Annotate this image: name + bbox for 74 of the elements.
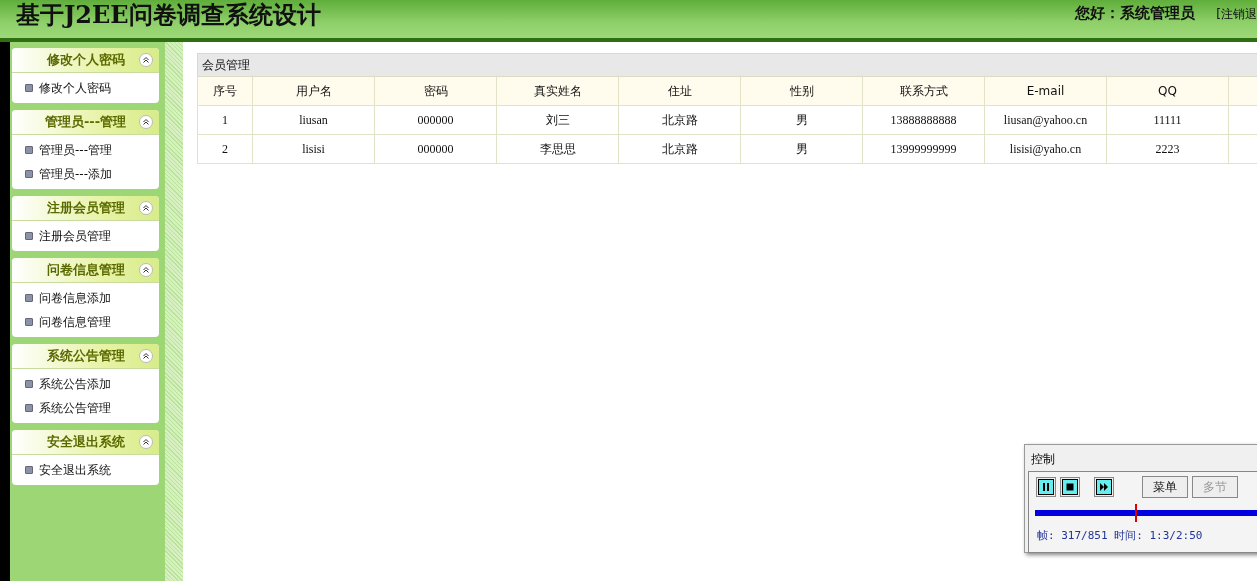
bullet-icon [25,84,33,92]
bullet-icon [25,466,33,474]
menu-item[interactable]: 管理员---添加 [39,165,112,183]
toolbar-button[interactable]: 菜单 [1142,476,1188,498]
panel-header[interactable]: 问卷信息管理 [12,258,159,283]
table-cell: lisisi [252,134,375,164]
collapse-icon[interactable] [139,263,153,277]
panel-title: 问卷信息管理 [46,261,125,279]
menu-item[interactable]: 系统公告添加 [39,375,111,393]
table-cell: 2223 [1106,134,1229,164]
collapse-icon[interactable] [139,349,153,363]
stop-button[interactable] [1060,477,1080,497]
table-cell: 11111 [1106,105,1229,135]
column-header: 密码 [374,76,497,106]
table-cell: 000000 [374,105,497,135]
status-text: 帧: 317/851 时间: 1:3/2:50 [1036,528,1204,543]
panel-header[interactable]: 系统公告管理 [12,344,159,369]
panel-title: 安全退出系统 [46,433,125,451]
collapse-icon[interactable] [139,435,153,449]
bullet-icon [25,170,33,178]
menu-item[interactable]: 安全退出系统 [39,461,111,479]
column-header: 用户名 [252,76,375,106]
column-header: 联系方式 [862,76,985,106]
table-cell: 男 [740,105,863,135]
menu-item[interactable]: 注册会员管理 [39,227,111,245]
panel-header[interactable]: 安全退出系统 [12,430,159,455]
column-header: E-mail [984,76,1107,106]
table-cell: 2 [197,134,253,164]
menu-item[interactable]: 修改个人密码 [39,79,111,97]
bullet-icon [25,232,33,240]
table-cell: lisisi@yaho.cn [984,134,1107,164]
panel-title: 管理员---管理 [44,113,127,131]
table-cell: 13999999999 [862,134,985,164]
table-cell: 李思思 [496,134,619,164]
menu-item[interactable]: 问卷信息管理 [39,313,111,331]
panel-header[interactable]: 管理员---管理 [12,110,159,135]
menu-item[interactable]: 问卷信息添加 [39,289,111,307]
bullet-icon [25,294,33,302]
table-title: 会员管理 [197,53,1257,77]
pause-button[interactable] [1036,477,1056,497]
panel-title: 修改个人密码 [46,51,125,69]
column-header: 性别 [740,76,863,106]
table-cell: 刘三 [496,105,619,135]
bullet-icon [25,146,33,154]
collapse-icon[interactable] [139,53,153,67]
table-cell: 男 [740,134,863,164]
logout-link[interactable]: [注销退 [1216,6,1257,23]
table-cell: 13888888888 [862,105,985,135]
table-cell: liusan [252,105,375,135]
page-title: 基于J2EE问卷调查系统设计 [15,0,321,31]
bullet-icon [25,380,33,388]
panel-header[interactable]: 注册会员管理 [12,196,159,221]
table-cell: 000000 [374,134,497,164]
menu-item[interactable]: 管理员---管理 [39,141,112,159]
column-header: 住址 [618,76,741,106]
bullet-icon [25,318,33,326]
panel-title: 注册会员管理 [46,199,125,217]
table-cell: 1 [197,105,253,135]
table-cell: 北京路 [618,105,741,135]
menu-item[interactable]: 系统公告管理 [39,399,111,417]
panel-title: 系统公告管理 [46,347,125,365]
next-button[interactable] [1094,477,1114,497]
panel-header[interactable]: 修改个人密码 [12,48,159,73]
progress-handle[interactable] [1134,504,1137,522]
collapse-icon[interactable] [139,115,153,129]
column-header: QQ [1106,76,1229,106]
window-title: 控制 [1030,451,1056,468]
table-cell: liusan@yahoo.cn [984,105,1107,135]
column-header: 序号 [197,76,253,106]
greeting-text: 您好：系统管理员 [1075,4,1195,23]
column-header: 真实姓名 [496,76,619,106]
bullet-icon [25,404,33,412]
collapse-icon[interactable] [139,201,153,215]
table-cell: 北京路 [618,134,741,164]
